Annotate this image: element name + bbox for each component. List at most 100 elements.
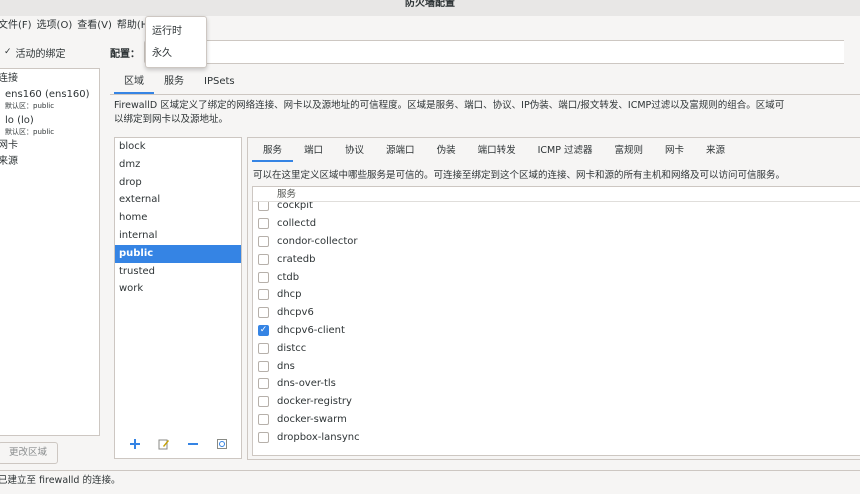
list-item[interactable]: docker-swarm — [253, 411, 860, 429]
edit-icon[interactable] — [157, 438, 171, 452]
tab-zones[interactable]: 区域 — [114, 70, 154, 94]
list-item[interactable]: dhcp — [253, 286, 860, 304]
checkmark-icon: ✓ — [259, 324, 268, 335]
minus-icon[interactable] — [186, 438, 200, 452]
checkbox[interactable] — [258, 413, 269, 425]
window-title: 防火墙配置 — [405, 0, 455, 9]
subtab-rich-rules[interactable]: 富规则 — [603, 140, 654, 162]
subtab-protocols[interactable]: 协议 — [334, 140, 375, 162]
active-bindings-label: 活动的绑定 — [15, 48, 66, 60]
service-name: docker-registry — [277, 396, 352, 408]
status-text: 已建立至 firewalld 的连接。 — [0, 475, 121, 486]
section-connections[interactable]: 连接 — [0, 72, 99, 86]
tab-services[interactable]: 服务 — [154, 70, 194, 94]
chevron-down-icon: ✓ — [4, 47, 12, 57]
load-defaults-icon[interactable] — [215, 438, 229, 452]
services-column-header[interactable]: 服务 — [253, 187, 860, 202]
checkbox[interactable] — [258, 289, 269, 301]
checkbox[interactable] — [258, 218, 269, 230]
service-name: collectd — [277, 218, 317, 230]
checkbox[interactable] — [258, 253, 269, 265]
zone-description-line: 以绑定到网卡以及源地址。 — [114, 114, 229, 125]
service-name: dropbox-lansync — [277, 431, 360, 443]
config-label: 配置： — [110, 48, 140, 60]
section-sources[interactable]: 来源 — [0, 155, 99, 169]
list-item[interactable]: cratedb — [253, 250, 860, 268]
change-zone-button[interactable]: 更改区域 — [0, 442, 58, 464]
connection-entry[interactable]: ens160 (ens160) 默认区：public — [0, 88, 99, 111]
checkbox[interactable] — [258, 235, 269, 247]
checkbox[interactable] — [258, 396, 269, 408]
connection-entry[interactable]: lo (lo) 默认区：public — [0, 114, 99, 137]
subtab-ports[interactable]: 端口 — [293, 140, 334, 162]
tab-divider — [110, 94, 860, 95]
zone-toolbar — [114, 430, 242, 460]
menu-view[interactable]: 查看(V) — [77, 16, 117, 36]
checkbox[interactable] — [258, 271, 269, 283]
popup-item-runtime[interactable]: 运行时 — [146, 21, 206, 43]
service-name: dhcp — [277, 289, 302, 301]
main-tabs: 区域 服务 IPSets — [114, 70, 245, 94]
checkbox-checked[interactable]: ✓ — [258, 324, 269, 336]
zone-item-home[interactable]: home — [115, 209, 241, 227]
menu-options[interactable]: 选项(O) — [37, 16, 78, 36]
list-item[interactable]: dropbox-lansync — [253, 428, 860, 446]
checkbox[interactable] — [258, 307, 269, 319]
list-item[interactable]: dhcpv6 — [253, 304, 860, 322]
service-name: cockpit — [277, 200, 313, 212]
list-item[interactable]: docker-registry — [253, 393, 860, 411]
menu-file[interactable]: 文件(F) — [0, 16, 37, 36]
service-name: ctdb — [277, 271, 300, 283]
service-name: docker-swarm — [277, 413, 347, 425]
section-interfaces[interactable]: 网卡 — [0, 139, 99, 153]
checkbox[interactable] — [258, 342, 269, 354]
list-item[interactable]: collectd — [253, 215, 860, 233]
statusbar: 已建立至 firewalld 的连接。 — [0, 470, 860, 494]
subtab-port-forward[interactable]: 端口转发 — [467, 140, 527, 162]
checkbox[interactable] — [258, 200, 269, 212]
zone-list: block dmz drop external home internal pu… — [114, 137, 242, 459]
zone-item-work[interactable]: work — [115, 280, 241, 298]
list-item[interactable]: distcc — [253, 339, 860, 357]
zone-sub-tabs: 服务 端口 协议 源端口 伪装 端口转发 ICMP 过滤器 富规则 网卡 来源 — [252, 140, 736, 162]
window-titlebar: 防火墙配置 — [0, 0, 860, 16]
service-name: condor-collector — [277, 235, 358, 247]
config-row: 配置： — [110, 40, 860, 64]
zone-item-trusted[interactable]: trusted — [115, 263, 241, 281]
subtab-interfaces[interactable]: 网卡 — [654, 140, 695, 162]
plus-icon[interactable] — [128, 438, 142, 452]
service-name: distcc — [277, 342, 307, 354]
list-item[interactable]: condor-collector — [253, 233, 860, 251]
config-select[interactable] — [144, 40, 844, 64]
checkbox[interactable] — [258, 360, 269, 372]
zone-description: FirewallD 区域定义了绑定的网络连接、网卡以及源地址的可信程度。区域是服… — [114, 99, 860, 127]
subtab-source-ports[interactable]: 源端口 — [375, 140, 426, 162]
connection-name: lo (lo) — [5, 115, 34, 126]
subtab-icmp-filter[interactable]: ICMP 过滤器 — [527, 140, 604, 162]
zone-item-external[interactable]: external — [115, 191, 241, 209]
tab-ipsets[interactable]: IPSets — [194, 70, 245, 94]
checkbox[interactable] — [258, 378, 269, 390]
list-item[interactable]: ✓ dhcpv6-client — [253, 322, 860, 340]
subtab-sources[interactable]: 来源 — [695, 140, 736, 162]
popup-item-permanent[interactable]: 永久 — [146, 43, 206, 65]
zone-item-public[interactable]: public — [115, 244, 241, 263]
services-description: 可以在这里定义区域中哪些服务是可信的。可连接至绑定到这个区域的连接、网卡和源的所… — [253, 170, 786, 181]
zone-item-drop[interactable]: drop — [115, 174, 241, 192]
subtab-masquerade[interactable]: 伪装 — [426, 140, 467, 162]
service-name: dhcpv6 — [277, 307, 314, 319]
subtab-services[interactable]: 服务 — [252, 140, 294, 162]
services-rows: cockpit collectd condor-collector crated… — [253, 197, 860, 446]
connection-zone: 默认区：public — [5, 102, 55, 110]
list-item[interactable]: dns — [253, 357, 860, 375]
zone-item-internal[interactable]: internal — [115, 227, 241, 245]
zone-item-dmz[interactable]: dmz — [115, 156, 241, 174]
active-bindings-panel: 连接 ens160 (ens160) 默认区：public lo (lo) 默认… — [0, 68, 100, 436]
zone-item-block[interactable]: block — [115, 138, 241, 156]
checkbox[interactable] — [258, 431, 269, 443]
list-item[interactable]: dns-over-tls — [253, 375, 860, 393]
service-name: cratedb — [277, 253, 316, 265]
connection-zone: 默认区：public — [5, 128, 55, 136]
list-item[interactable]: ctdb — [253, 268, 860, 286]
active-bindings-header[interactable]: ✓ 活动的绑定 — [0, 40, 105, 64]
